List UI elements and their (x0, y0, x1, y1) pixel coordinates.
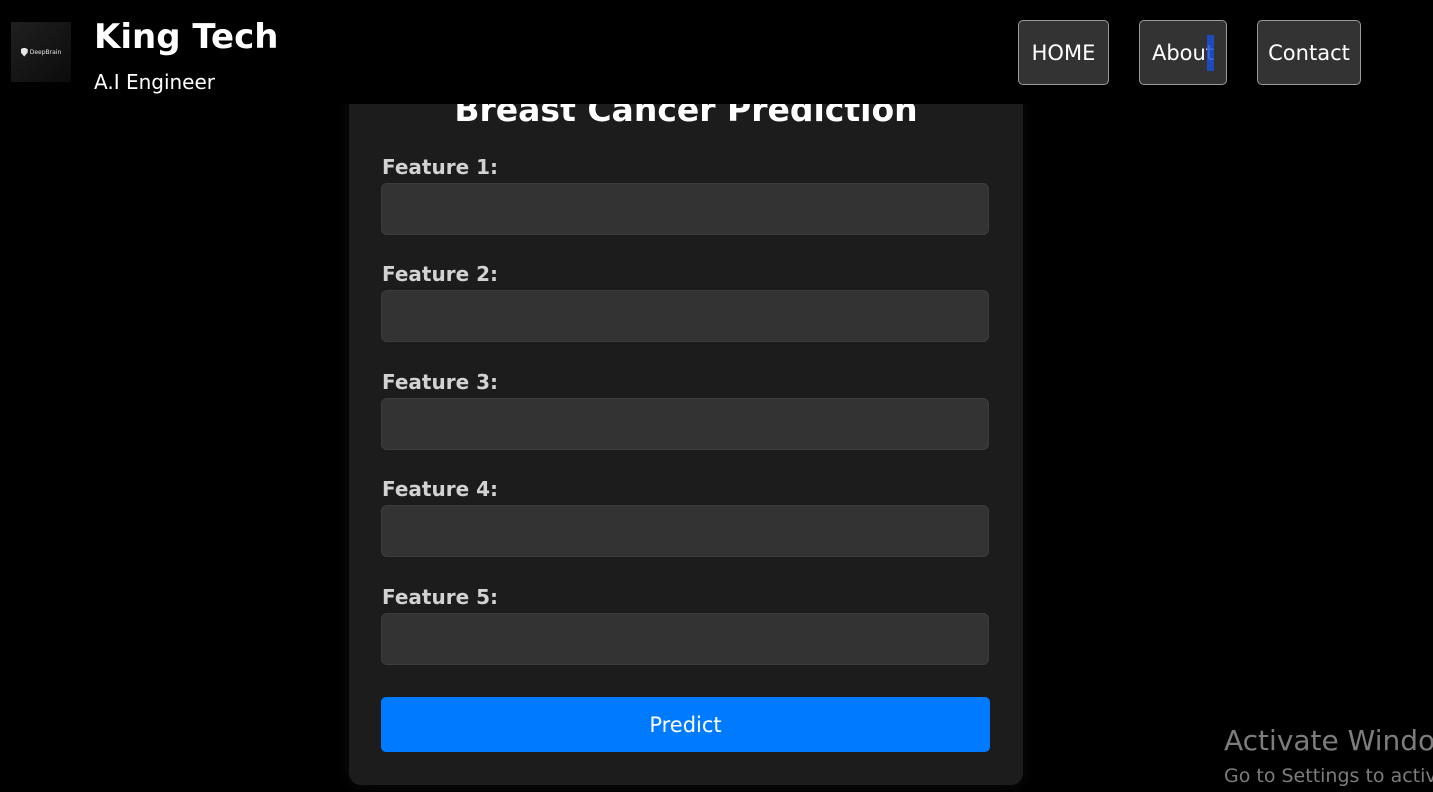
feature-5-input[interactable] (381, 613, 989, 665)
feature-1-label: Feature 1: (382, 155, 499, 179)
activation-watermark-subtitle: Go to Settings to activate Windows. (1224, 765, 1433, 787)
brand-subtitle: A.I Engineer (94, 70, 216, 94)
feature-3-label: Feature 3: (382, 370, 499, 394)
text-cursor (1207, 34, 1215, 71)
nav-home-label: HOME (1031, 40, 1096, 65)
site-header: DeepBrain King Tech A.I Engineer HOME Ab… (0, 0, 1433, 104)
feature-5-label: Feature 5: (382, 585, 499, 609)
shield-icon (20, 47, 28, 57)
feature-4-input[interactable] (381, 505, 989, 557)
nav-contact-button[interactable]: Contact (1257, 20, 1361, 85)
feature-2-label: Feature 2: (382, 262, 499, 286)
activation-watermark-title: Activate Windows (1224, 724, 1433, 757)
feature-1-input[interactable] (381, 183, 989, 235)
page: Breast Cancer Prediction Feature 1: Feat… (0, 0, 1433, 792)
deepbrain-logo[interactable]: DeepBrain (11, 22, 71, 82)
brand-title: King Tech (94, 17, 279, 57)
nav-home-button[interactable]: HOME (1018, 20, 1109, 85)
prediction-card: Breast Cancer Prediction Feature 1: Feat… (349, 60, 1023, 785)
logo-text: DeepBrain (29, 48, 62, 56)
feature-3-input[interactable] (381, 398, 989, 450)
nav-about-button[interactable]: About (1139, 20, 1227, 85)
nav-about-label: About (1151, 40, 1215, 65)
predict-button[interactable]: Predict (381, 697, 990, 752)
feature-2-input[interactable] (381, 290, 989, 342)
feature-4-label: Feature 4: (382, 477, 499, 501)
nav-contact-label: Contact (1268, 40, 1350, 65)
